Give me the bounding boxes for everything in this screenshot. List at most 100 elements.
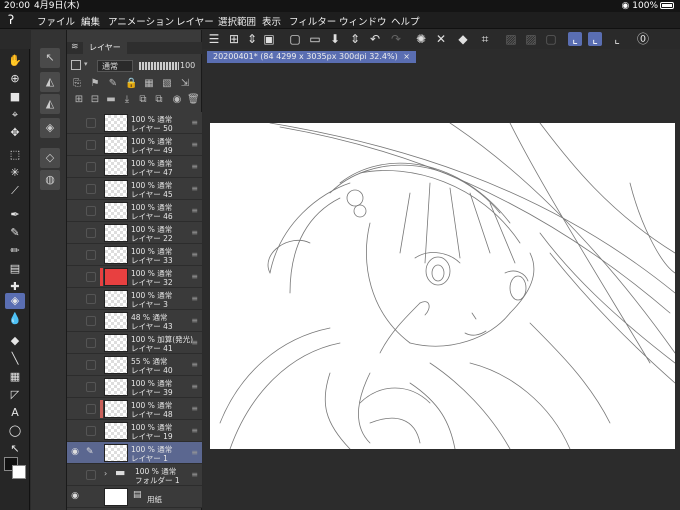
menu-window[interactable]: ウィンドウ	[339, 14, 387, 28]
screenshot-icon[interactable]: ▣	[262, 32, 276, 46]
layer-row[interactable]: 100 % 通常 レイヤー 47 ≡	[67, 156, 202, 178]
layer-row[interactable]: 100 % 通常 レイヤー 46 ≡	[67, 200, 202, 222]
layer-row[interactable]: 100 % 通常 レイヤー 39 ≡	[67, 376, 202, 398]
undo-icon[interactable]: ↶	[368, 32, 382, 46]
layer-menu-icon[interactable]: ≡	[191, 448, 198, 457]
pencil-icon[interactable]: ✎	[5, 225, 25, 241]
pen-icon[interactable]: ✒	[5, 207, 25, 223]
sub-tool-material-icon[interactable]: ◍	[40, 170, 60, 190]
transfer-icon[interactable]: ⤓	[121, 94, 133, 106]
stepper2-icon[interactable]: ⇕	[348, 32, 362, 46]
snap-ruler-icon[interactable]: ⌞	[568, 32, 582, 46]
mask-icon[interactable]: ▧	[161, 78, 173, 90]
layer-lock-box[interactable]	[86, 426, 96, 436]
document-tab[interactable]: 20200401* (84 4299 x 3035px 300dpi 32.4%…	[207, 51, 416, 63]
layer-menu-icon[interactable]: ≡	[191, 162, 198, 171]
selection-icon[interactable]: ⬚	[5, 147, 25, 163]
save-icon[interactable]: ⬇	[328, 32, 342, 46]
layer-lock-box[interactable]	[86, 272, 96, 282]
selection-show-icon[interactable]: ▢	[544, 32, 558, 46]
hand-icon[interactable]: ✋	[5, 53, 25, 69]
new-vector-layer-icon[interactable]: ⊟	[89, 94, 101, 106]
layer-menu-icon[interactable]: ≡	[191, 338, 198, 347]
snap-special-ruler-icon[interactable]: ⌞	[588, 32, 602, 46]
layer-lock-box[interactable]	[86, 140, 96, 150]
layer-menu-icon[interactable]: ≡	[191, 360, 198, 369]
reference-icon[interactable]: ⚑	[89, 78, 101, 90]
layer-menu-icon[interactable]: ≡	[191, 228, 198, 237]
layer-menu-icon[interactable]: ≡	[191, 140, 198, 149]
new-folder-icon[interactable]: ▬	[105, 94, 117, 106]
move-icon[interactable]: ✥	[5, 125, 25, 141]
selection-clear-icon[interactable]: ▨	[524, 32, 538, 46]
layer-row-selected[interactable]: ◉ ✎ 100 % 通常 レイヤー 1 ≡	[67, 442, 202, 464]
merge-visible-icon[interactable]: ⧉	[153, 94, 165, 106]
layer-menu-icon[interactable]: ≡	[191, 206, 198, 215]
folder-row[interactable]: › ▬ 100 % 通常 フォルダー 1 ≡	[67, 464, 202, 486]
eyedropper-icon[interactable]: ⟋	[5, 183, 25, 199]
selection-invert-icon[interactable]: ▨	[504, 32, 518, 46]
layer-row[interactable]: 100 % 加算(発光) レイヤー 41 ≡	[67, 332, 202, 354]
clear-icon[interactable]: ✕	[434, 32, 448, 46]
menu-layer[interactable]: レイヤー	[176, 14, 214, 28]
blend-icon[interactable]: 💧	[5, 311, 25, 327]
eraser-icon[interactable]: ◈	[5, 293, 25, 309]
draft-icon[interactable]: ✎	[107, 78, 119, 90]
layer-menu-icon[interactable]: ≡	[191, 118, 198, 127]
fill-icon[interactable]: ◆	[456, 32, 470, 46]
tab-layer[interactable]: レイヤー	[83, 42, 127, 54]
sub-color-swatch[interactable]	[12, 465, 26, 479]
lock-transparent-icon[interactable]: ▦	[143, 78, 155, 90]
correct-line-icon[interactable]: ↖	[5, 441, 25, 457]
balloon-icon[interactable]: ◯	[5, 423, 25, 439]
menu-view[interactable]: 表示	[262, 14, 281, 28]
opacity-slider[interactable]	[139, 62, 179, 70]
layer-menu-icon[interactable]: ≡	[191, 426, 198, 435]
menu-edit[interactable]: 編集	[81, 14, 100, 28]
layer-row[interactable]: 100 % 通常 レイヤー 48 ≡	[67, 398, 202, 420]
paper-row[interactable]: ◉ ▤ 用紙	[67, 486, 202, 508]
hamburger-menu-icon[interactable]: ☰	[207, 32, 221, 46]
sub-tool-eraser-icon[interactable]: ◈	[40, 118, 60, 138]
operation-icon[interactable]: ⌖	[5, 107, 25, 123]
layer-lock-box[interactable]	[86, 162, 96, 172]
layer-row[interactable]: 55 % 通常 レイヤー 40 ≡	[67, 354, 202, 376]
ruler-link-icon[interactable]: ⇲	[179, 78, 191, 90]
sub-tool-fill-icon[interactable]: ◭	[40, 72, 60, 92]
magic-wand-icon[interactable]: ✳	[5, 165, 25, 181]
layer-lock-box[interactable]	[86, 360, 96, 370]
layer-row[interactable]: 100 % 通常 レイヤー 32 ≡	[67, 266, 202, 288]
layer-menu-icon[interactable]: ≡	[191, 382, 198, 391]
stepper-icon[interactable]: ⇕	[245, 32, 259, 46]
fill-tool-icon[interactable]: ◆	[5, 333, 25, 349]
help-icon[interactable]: ⓪	[636, 32, 650, 46]
loading-icon[interactable]: ✺	[414, 32, 428, 46]
layer-lock-box[interactable]	[86, 250, 96, 260]
menu-filter[interactable]: フィルター	[289, 14, 336, 28]
eye-icon[interactable]: ◉	[69, 491, 81, 503]
layer-lock-box[interactable]	[86, 316, 96, 326]
layer-menu-icon[interactable]: ≡	[191, 294, 198, 303]
layer-menu-icon[interactable]: ≡	[191, 272, 198, 281]
close-icon[interactable]: ×	[403, 52, 410, 61]
layer-lock-box[interactable]	[86, 470, 96, 480]
snap-grid-icon[interactable]: ⌞	[610, 32, 624, 46]
merge-icon[interactable]: ⧉	[137, 94, 149, 106]
menu-file[interactable]: ファイル	[37, 14, 75, 28]
sub-tool-layer-icon[interactable]: ◇	[40, 148, 60, 168]
brush-icon[interactable]: ✏	[5, 243, 25, 259]
layer-menu-icon[interactable]: ≡	[191, 316, 198, 325]
layer-row[interactable]: 100 % 通常 レイヤー 22 ≡	[67, 222, 202, 244]
lock-icon[interactable]: 🔒	[125, 78, 137, 90]
layer-row[interactable]: 100 % 通常 レイヤー 33 ≡	[67, 244, 202, 266]
layer-menu-icon[interactable]: ≡	[191, 184, 198, 193]
mask-create-icon[interactable]: ◉	[171, 94, 183, 106]
layer-lock-box[interactable]	[86, 118, 96, 128]
layer-row[interactable]: 100 % 通常 レイヤー 49 ≡	[67, 134, 202, 156]
trash-icon[interactable]: 🗑	[187, 94, 200, 106]
clip-icon[interactable]: ⎘	[71, 78, 83, 90]
layer-row[interactable]: 100 % 通常 レイヤー 50 ≡	[67, 112, 202, 134]
layer-row[interactable]: 100 % 通常 レイヤー 45 ≡	[67, 178, 202, 200]
figure-icon[interactable]: ▦	[5, 369, 25, 385]
eye-icon[interactable]: ◉	[69, 447, 81, 459]
